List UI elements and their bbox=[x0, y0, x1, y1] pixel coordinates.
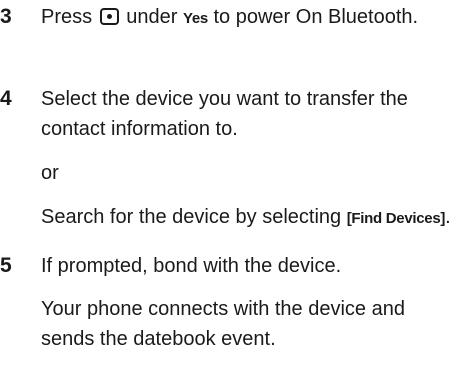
step-number: 4 bbox=[0, 87, 12, 110]
center-select-key-icon bbox=[99, 8, 119, 25]
step-instruction: Press under Yes to power On Bluetooth. bbox=[41, 6, 419, 28]
softkey-label-yes: Yes bbox=[182, 10, 208, 27]
step-instruction: Select the device you want to transfer t… bbox=[41, 88, 408, 140]
step-number: 5 bbox=[0, 254, 12, 277]
step-result: Your phone connects with the device and … bbox=[41, 298, 405, 350]
manual-page: 3 Press under Yes to power On Bluetooth.… bbox=[0, 0, 464, 365]
step-alternative: Search for the device by selecting [Find… bbox=[41, 206, 451, 228]
menu-option-find-devices: [Find Devices] bbox=[346, 210, 446, 227]
step-instruction: If prompted, bond with the device. bbox=[41, 255, 342, 277]
step-number: 3 bbox=[0, 5, 12, 28]
or-text: or bbox=[41, 162, 59, 184]
